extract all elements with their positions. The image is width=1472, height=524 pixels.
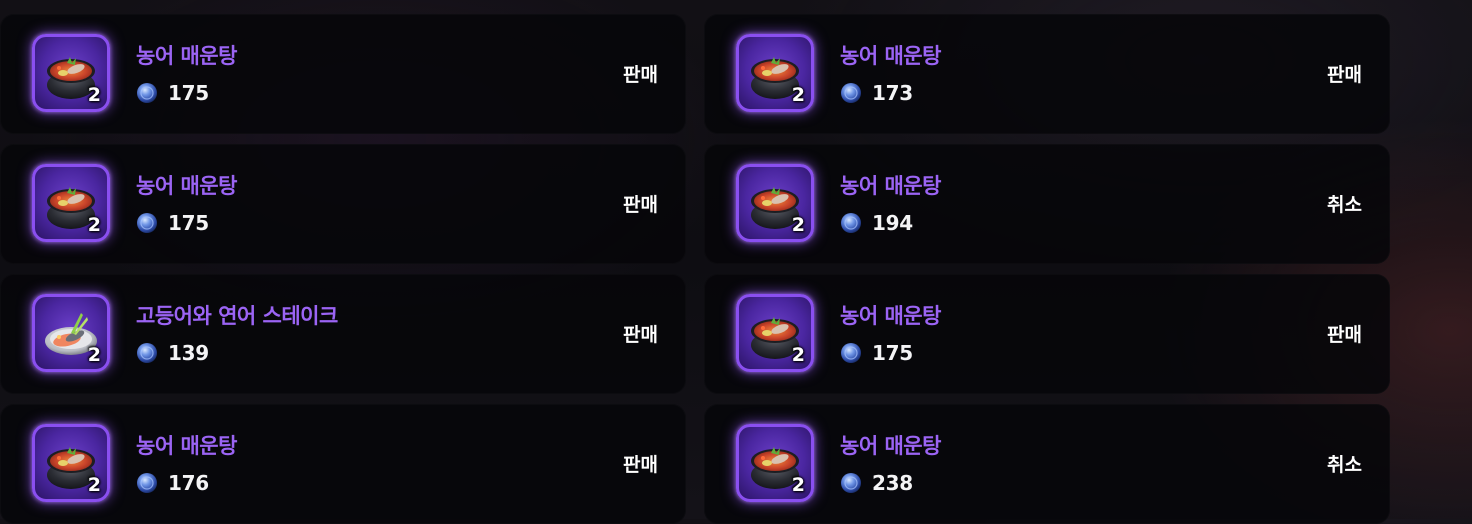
price-value: 175 (168, 211, 209, 235)
item-slot[interactable]: 2 (32, 34, 110, 112)
listing-card[interactable]: 2 농어 매운탕 175 판매 (0, 144, 686, 264)
blue-gem-coin-icon (841, 83, 861, 103)
item-price: 176 (136, 471, 209, 495)
item-price: 194 (840, 211, 913, 235)
blue-gem-coin-icon (841, 343, 861, 363)
cancel-button[interactable]: 취소 (1327, 190, 1362, 217)
listing-card[interactable]: 2 농어 매운탕 175 판매 (704, 274, 1390, 394)
item-name: 농어 매운탕 (136, 434, 237, 458)
blue-gem-coin-icon (841, 213, 861, 233)
item-name: 농어 매운탕 (840, 44, 941, 68)
item-price: 139 (136, 341, 209, 365)
listing-card[interactable]: 2 고등어와 연어 스테이크 139 판매 (0, 274, 686, 394)
sell-button[interactable]: 판매 (623, 320, 658, 347)
item-quantity: 2 (87, 84, 101, 106)
item-slot[interactable]: 2 (32, 164, 110, 242)
listing-card[interactable]: 2 농어 매운탕 173 판매 (704, 14, 1390, 134)
price-value: 194 (872, 211, 913, 235)
item-slot[interactable]: 2 (736, 424, 814, 502)
sell-button[interactable]: 판매 (623, 450, 658, 477)
price-value: 139 (168, 341, 209, 365)
item-name: 농어 매운탕 (840, 304, 941, 328)
sell-button[interactable]: 판매 (1327, 60, 1362, 87)
item-name: 농어 매운탕 (136, 174, 237, 198)
item-quantity: 2 (791, 84, 805, 106)
blue-gem-coin-icon (137, 343, 157, 363)
sell-button[interactable]: 판매 (623, 190, 658, 217)
item-price: 238 (840, 471, 913, 495)
item-quantity: 2 (87, 344, 101, 366)
blue-gem-coin-icon (841, 473, 861, 493)
item-slot[interactable]: 2 (736, 34, 814, 112)
item-price: 175 (136, 81, 209, 105)
blue-gem-coin-icon (137, 473, 157, 493)
item-quantity: 2 (791, 474, 805, 496)
sell-button[interactable]: 판매 (623, 60, 658, 87)
blue-gem-coin-icon (137, 83, 157, 103)
item-price: 173 (840, 81, 913, 105)
item-name: 농어 매운탕 (840, 174, 941, 198)
blue-gem-coin-icon (137, 213, 157, 233)
price-value: 176 (168, 471, 209, 495)
item-slot[interactable]: 2 (736, 294, 814, 372)
item-name: 고등어와 연어 스테이크 (136, 304, 338, 328)
item-quantity: 2 (791, 214, 805, 236)
listing-card[interactable]: 2 농어 매운탕 175 판매 (0, 14, 686, 134)
price-value: 175 (872, 341, 913, 365)
item-quantity: 2 (87, 214, 101, 236)
item-price: 175 (840, 341, 913, 365)
item-slot[interactable]: 2 (32, 294, 110, 372)
item-slot[interactable]: 2 (736, 164, 814, 242)
item-price: 175 (136, 211, 209, 235)
item-slot[interactable]: 2 (32, 424, 110, 502)
price-value: 173 (872, 81, 913, 105)
price-value: 238 (872, 471, 913, 495)
sell-button[interactable]: 판매 (1327, 320, 1362, 347)
listing-card[interactable]: 2 농어 매운탕 176 판매 (0, 404, 686, 524)
item-name: 농어 매운탕 (136, 44, 237, 68)
listing-card[interactable]: 2 농어 매운탕 194 취소 (704, 144, 1390, 264)
item-quantity: 2 (87, 474, 101, 496)
price-value: 175 (168, 81, 209, 105)
item-name: 농어 매운탕 (840, 434, 941, 458)
listing-card[interactable]: 2 농어 매운탕 238 취소 (704, 404, 1390, 524)
cancel-button[interactable]: 취소 (1327, 450, 1362, 477)
item-quantity: 2 (791, 344, 805, 366)
